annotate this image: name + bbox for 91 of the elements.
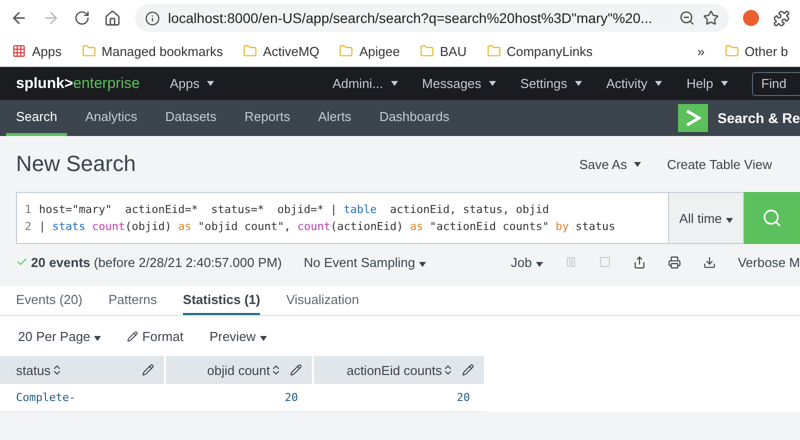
caret-icon [419, 262, 426, 266]
event-summary: 20 events (before 2/28/21 2:40:57.000 PM) [16, 254, 282, 270]
caret-icon [94, 336, 102, 340]
reload-button[interactable] [74, 10, 90, 26]
caret-icon [260, 336, 267, 340]
home-button[interactable] [104, 10, 121, 26]
pencil-icon [127, 330, 138, 342]
bookmark[interactable]: Apigee [339, 44, 400, 58]
bookmark[interactable]: ActiveMQ [243, 44, 320, 58]
bookmark[interactable]: Apps [12, 44, 62, 58]
top-menu[interactable]: Settings [520, 76, 582, 91]
caret-icon [655, 81, 662, 86]
search-icon [762, 208, 782, 228]
caret-icon [721, 81, 728, 86]
query-line: host="mary" actionEid=* status=* objid=* | table actionEid, status, objid [39, 203, 550, 216]
sort-icon[interactable] [270, 364, 282, 376]
splunk-logo[interactable]: splunk>enterprise [16, 75, 140, 92]
top-menu[interactable]: Admini... [332, 76, 398, 91]
star-icon [703, 10, 719, 26]
apps-grid-icon [12, 44, 26, 58]
bookmark[interactable]: Other b [724, 44, 788, 58]
folder-icon [339, 44, 354, 58]
pencil-icon[interactable] [142, 364, 154, 376]
results-tab[interactable]: Visualization [286, 286, 359, 315]
search-query-editor[interactable]: 1 host="mary" actionEid=* status=* objid=* | table actionEid, status, objid 2 | stats count(objid) as "objid count", count(actionEid) as "actionEid counts" by status [16, 192, 669, 244]
folder-icon [420, 44, 434, 58]
sampling-menu[interactable]: No Event Sampling [304, 254, 426, 270]
app-nav-tab[interactable]: Alerts [308, 100, 362, 136]
top-menu[interactable]: Activity [606, 76, 662, 91]
caret-icon [207, 81, 214, 86]
find-field[interactable]: Find [752, 72, 800, 96]
caret-icon [634, 162, 641, 166]
job-menu[interactable]: Job [510, 254, 543, 270]
bookmark[interactable]: CompanyLinks [486, 44, 593, 58]
extensions-icon[interactable] [773, 10, 790, 26]
app-nav-tab[interactable]: Datasets [155, 100, 227, 136]
line-number: 2 [24, 220, 32, 233]
apps-menu[interactable]: Apps [170, 76, 214, 91]
query-line: | stats count(objid) as "objid count", count(actionEid) as "actionEid counts" by status [39, 220, 616, 233]
folder-icon [243, 44, 258, 58]
table-cell: 20 [314, 384, 486, 412]
table-cell: 20 [166, 384, 314, 412]
stop-icon [598, 256, 611, 268]
caret-icon [391, 81, 398, 86]
time-range-picker[interactable]: All time [668, 192, 744, 244]
column-header[interactable]: objid count [166, 356, 314, 384]
table-cell: Complete- [0, 384, 166, 412]
line-number: 1 [24, 203, 32, 216]
top-menu[interactable]: Help [686, 76, 728, 91]
check-icon [16, 256, 28, 268]
download-icon [702, 256, 716, 268]
app-logo-icon [678, 104, 708, 132]
caret-icon [536, 262, 543, 266]
zoom-out-icon [679, 10, 695, 26]
caret-icon [489, 81, 496, 86]
per-page-menu[interactable]: 20 Per Page [18, 328, 102, 344]
more-bookmarks[interactable]: » [697, 44, 705, 58]
folder-icon [724, 44, 739, 58]
back-button[interactable] [10, 9, 28, 27]
app-name[interactable]: Search & Re [678, 100, 800, 136]
folder-icon [486, 44, 501, 58]
caret-icon [575, 81, 582, 86]
share-icon [632, 256, 646, 268]
address-bar[interactable]: localhost:8000/en-US/app/search/search?q=search%20host%3D"mary"%20... [135, 4, 729, 32]
sort-icon[interactable] [442, 364, 454, 376]
bookmark[interactable]: Managed bookmarks [82, 44, 224, 58]
app-nav-tab[interactable]: Reports [234, 100, 300, 136]
search-mode-menu[interactable]: Verbose M [738, 254, 800, 270]
create-table-link[interactable]: Create Table View [666, 156, 772, 172]
app-nav-tab[interactable]: Search [6, 100, 68, 136]
app-nav-tab[interactable]: Analytics [75, 100, 148, 136]
pencil-icon[interactable] [462, 364, 474, 376]
url-text: localhost:8000/en-US/app/search/search?q=search%20host%3D"mary"%20... [168, 10, 654, 26]
column-header[interactable]: actionEid counts [314, 356, 486, 384]
folder-icon [82, 44, 96, 58]
results-tab[interactable]: Events (20) [16, 286, 82, 315]
extension-icon[interactable] [743, 10, 759, 26]
column-header[interactable]: status [0, 356, 166, 384]
preview-menu[interactable]: Preview [209, 328, 267, 344]
page-title: New Search [16, 151, 137, 177]
pencil-icon[interactable] [290, 364, 302, 376]
print-icon [668, 256, 681, 268]
pause-icon [564, 256, 577, 268]
save-as-menu[interactable]: Save As [579, 156, 641, 172]
bookmark[interactable]: BAU [420, 44, 467, 58]
format-button[interactable]: Format [127, 328, 184, 344]
app-nav-tab[interactable]: Dashboards [369, 100, 460, 136]
info-icon [145, 10, 160, 26]
top-menu[interactable]: Messages [422, 76, 496, 91]
caret-icon [726, 218, 733, 222]
results-tab[interactable]: Patterns [108, 286, 157, 315]
